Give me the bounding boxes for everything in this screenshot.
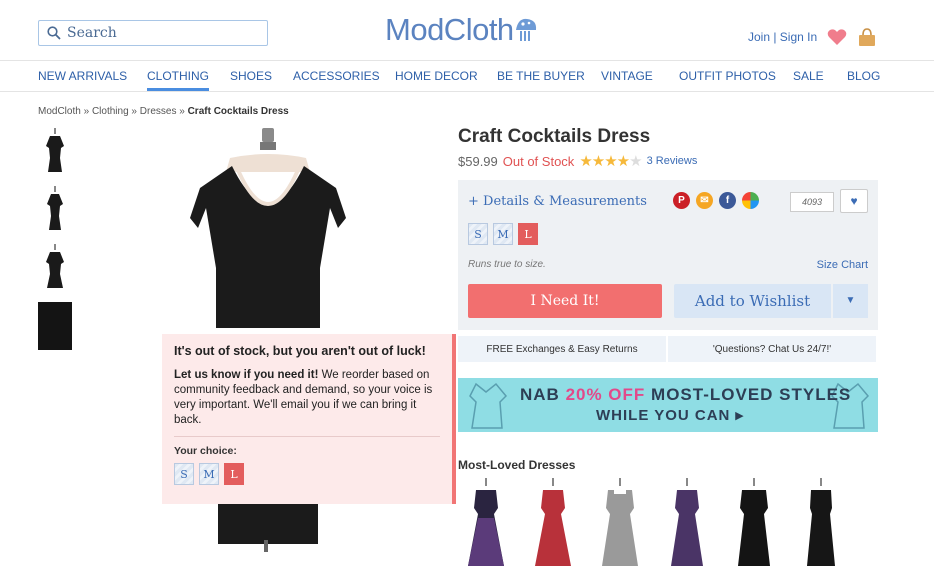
account-area: Join | Sign In [748, 27, 877, 47]
popup-divider [174, 436, 440, 437]
search-input[interactable] [67, 25, 247, 41]
facebook-icon[interactable]: f [719, 192, 736, 209]
most-loved-dress-item[interactable] [801, 478, 841, 573]
star-empty-icon: ★ [629, 153, 642, 170]
banner-headline: NAB 20% OFF MOST-LOVED STYLES [520, 385, 852, 404]
star-icon: ★ [591, 153, 605, 170]
popup-message: Let us know if you need it! We reorder b… [174, 368, 440, 428]
product-title: Craft Cocktails Dress [458, 126, 651, 147]
banner-subline: WHILE YOU CAN ▸ [596, 407, 745, 424]
stock-status: Out of Stock [502, 153, 575, 169]
out-of-stock-popup: It's out of stock, but you aren't out of… [162, 334, 456, 504]
details-measurements-link[interactable]: + Details & Measurements [468, 194, 647, 209]
thumbnail-list [38, 128, 72, 360]
size-selector: S M L [468, 223, 538, 245]
breadcrumb-separator: » [179, 106, 185, 117]
star-icon: ★ [604, 153, 617, 170]
nav-shoes[interactable]: SHOES [230, 69, 272, 83]
promo-banner[interactable]: NAB 20% OFF MOST-LOVED STYLES WHILE YOU … [458, 378, 878, 432]
loves-count: 4093 [790, 192, 834, 212]
thumbnail-detail[interactable] [38, 302, 72, 350]
breadcrumb-clothing[interactable]: Clothing [92, 106, 129, 117]
popup-choice-label: Your choice: [174, 445, 237, 457]
nav-sale[interactable]: SALE [793, 69, 824, 83]
breadcrumb-separator: » [83, 106, 90, 117]
nav-home-decor[interactable]: HOME DECOR [395, 69, 478, 83]
nav-new-arrivals[interactable]: NEW ARRIVALS [38, 69, 127, 83]
share-icons: P ✉ f [673, 192, 759, 209]
mushroom-logo-icon [515, 18, 536, 41]
popup-size-option-l[interactable]: L [224, 463, 244, 485]
chevron-down-icon: ▼ [845, 295, 856, 306]
banner-dress-doodle [469, 382, 508, 429]
logo-text: ModCloth [385, 12, 514, 47]
most-loved-dress-item[interactable] [466, 478, 506, 573]
info-strip: FREE Exchanges & Easy Returns 'Questions… [458, 336, 878, 362]
rating-stars: ★★★★★ [579, 152, 642, 170]
most-loved-dress-item[interactable] [533, 478, 573, 573]
search-icon [47, 26, 61, 40]
most-loved-dress-item[interactable] [734, 478, 774, 573]
nav-accessories[interactable]: ACCESSORIES [293, 69, 380, 83]
size-option-m[interactable]: M [493, 223, 513, 245]
modcloth-logo[interactable]: ModCloth [385, 12, 538, 48]
banner-discount: 20% OFF [565, 385, 646, 404]
star-icon: ★ [616, 153, 630, 170]
thumbnail-back[interactable] [38, 244, 72, 292]
nav-be-the-buyer[interactable]: BE THE BUYER [497, 69, 585, 83]
reviews-link[interactable]: 3 Reviews [647, 155, 698, 167]
star-icon: ★ [579, 153, 592, 170]
nav-vintage[interactable]: VINTAGE [601, 69, 653, 83]
i-need-it-button[interactable]: I Need It! [468, 284, 662, 318]
main-nav: NEW ARRIVALS CLOTHING SHOES ACCESSORIES … [0, 60, 934, 92]
free-returns-link[interactable]: FREE Exchanges & Easy Returns [458, 336, 668, 362]
breadcrumb-dresses[interactable]: Dresses [140, 106, 177, 117]
most-loved-title: Most-Loved Dresses [458, 458, 576, 472]
product-price: $59.99 [458, 153, 498, 169]
shopping-bag-icon[interactable] [857, 27, 877, 47]
heart-icon[interactable] [827, 28, 847, 46]
most-loved-list [466, 478, 841, 573]
pinterest-icon[interactable]: P [673, 192, 690, 209]
thumbnail-side[interactable] [38, 186, 72, 234]
add-to-wishlist-button[interactable]: Add to Wishlist [674, 284, 831, 318]
size-option-s[interactable]: S [468, 223, 488, 245]
wishlist-dropdown-button[interactable]: ▼ [833, 284, 868, 318]
nav-blog[interactable]: BLOG [847, 69, 880, 83]
love-button[interactable]: ♥ [840, 189, 868, 213]
email-icon[interactable]: ✉ [696, 192, 713, 209]
heart-icon: ♥ [850, 194, 858, 208]
popup-heading: It's out of stock, but you aren't out of… [174, 344, 426, 358]
thumbnail-front[interactable] [38, 128, 72, 176]
price-line: $59.99 Out of Stock ★★★★★ 3 Reviews [458, 152, 697, 170]
nav-clothing[interactable]: CLOTHING [147, 69, 210, 91]
size-chart-link[interactable]: Size Chart [817, 259, 868, 271]
breadcrumb-current: Craft Cocktails Dress [187, 106, 289, 117]
fit-note: Runs true to size. [468, 259, 546, 270]
most-loved-dress-item[interactable] [600, 478, 640, 573]
popup-lead: Let us know if you need it! [174, 369, 319, 381]
most-loved-dress-item[interactable] [667, 478, 707, 573]
breadcrumb: ModCloth » Clothing » Dresses » Craft Co… [38, 106, 289, 117]
google-plus-icon[interactable] [742, 192, 759, 209]
size-option-l[interactable]: L [518, 223, 538, 245]
breadcrumb-home[interactable]: ModCloth [38, 106, 81, 117]
popup-size-selector: S M L [174, 463, 440, 485]
breadcrumb-separator: » [131, 106, 137, 117]
join-sign-in-link[interactable]: Join | Sign In [748, 30, 817, 44]
search-box[interactable] [38, 20, 268, 46]
nav-outfit-photos[interactable]: OUTFIT PHOTOS [679, 69, 776, 83]
purchase-panel: + Details & Measurements P ✉ f 4093 ♥ S … [458, 180, 878, 330]
popup-size-option-m[interactable]: M [199, 463, 219, 485]
chat-link[interactable]: 'Questions? Chat Us 24/7!' [668, 336, 878, 362]
popup-size-option-s[interactable]: S [174, 463, 194, 485]
